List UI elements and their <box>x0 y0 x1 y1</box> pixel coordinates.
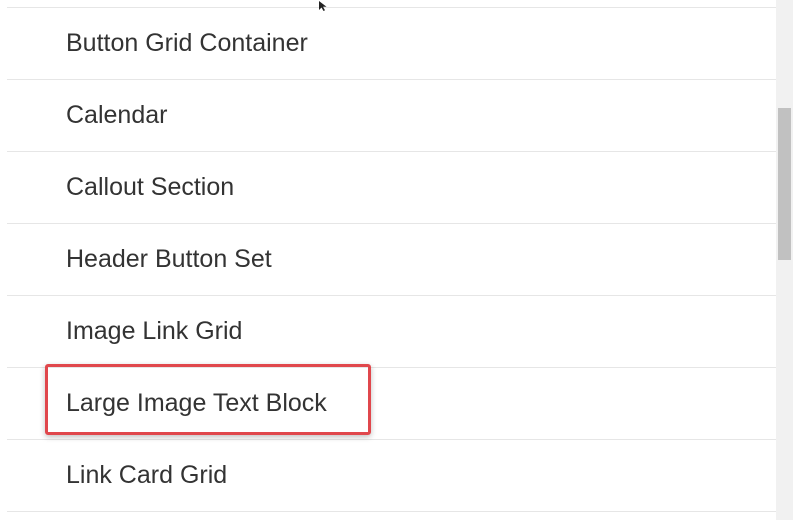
list-item-link-card-grid[interactable]: Link Card Grid <box>7 440 776 512</box>
scrollbar-thumb[interactable] <box>778 108 791 260</box>
list-item-label: Large Image Text Block <box>66 389 327 417</box>
list-item-header-button-set[interactable]: Header Button Set <box>7 224 776 296</box>
list-item-button-grid-container[interactable]: Button Grid Container <box>7 8 776 80</box>
list-item-label: Header Button Set <box>66 245 272 273</box>
list-item-label: Button Grid Container <box>66 29 308 57</box>
component-list-panel: Button Grid Container Calendar Callout S… <box>0 0 793 520</box>
list-item-label: Image Link Grid <box>66 317 243 345</box>
component-list: Button Grid Container Calendar Callout S… <box>7 0 776 520</box>
list-item-image-link-grid[interactable]: Image Link Grid <box>7 296 776 368</box>
vertical-scrollbar[interactable] <box>776 0 793 520</box>
list-item-callout-section[interactable]: Callout Section <box>7 152 776 224</box>
list-item-label: Link Card Grid <box>66 461 228 489</box>
list-item-calendar[interactable]: Calendar <box>7 80 776 152</box>
list-item-large-image-text-block[interactable]: Large Image Text Block <box>7 368 776 440</box>
list-item-label: Calendar <box>66 101 168 129</box>
list-item-label: Callout Section <box>66 173 235 201</box>
